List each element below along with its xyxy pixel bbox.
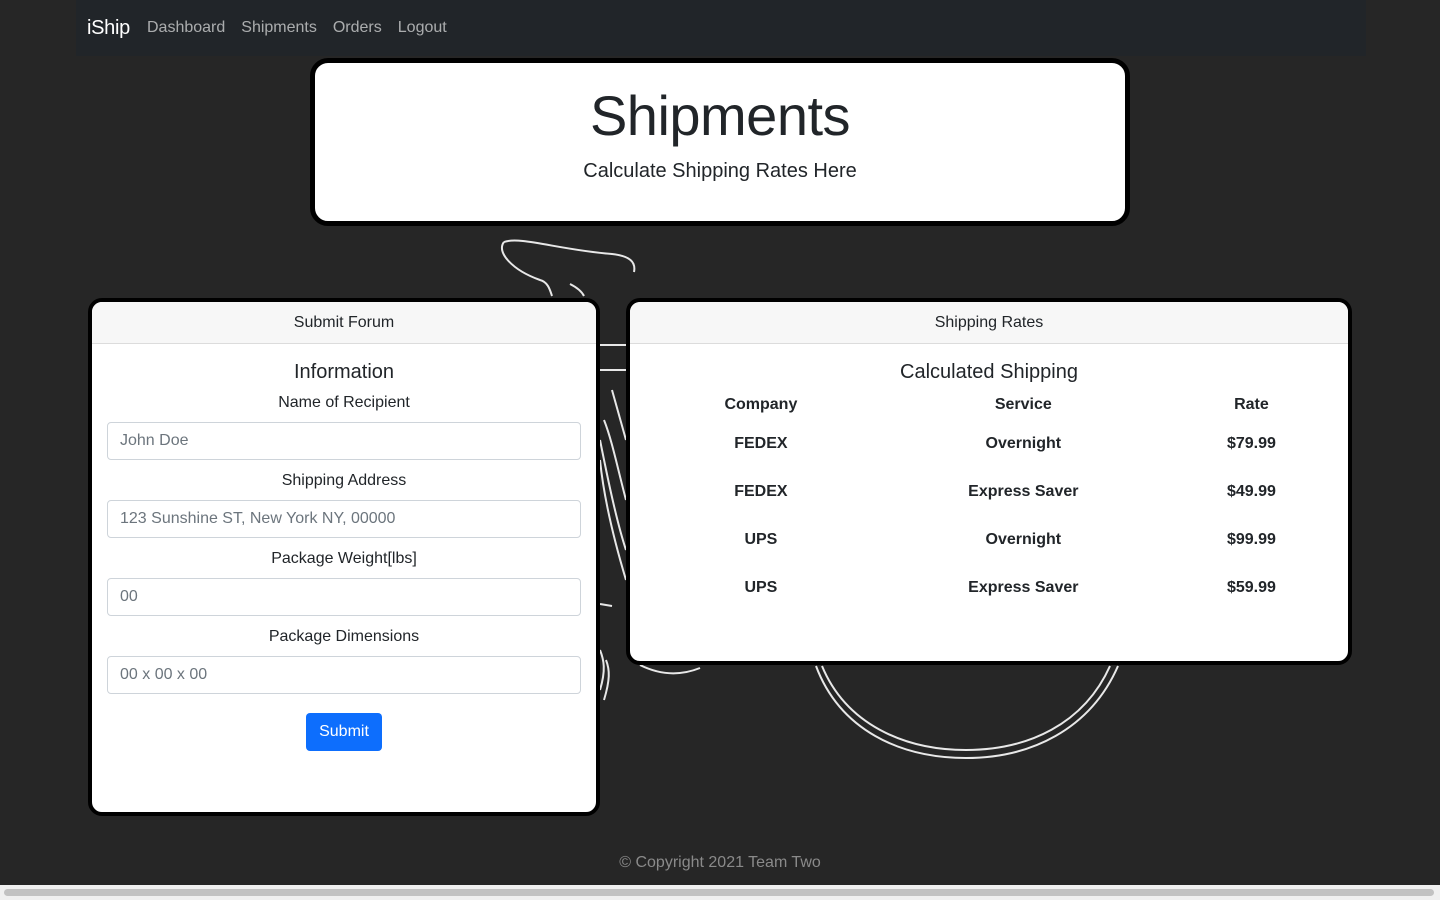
nav-link-shipments[interactable]: Shipments bbox=[241, 19, 317, 37]
page-subtitle: Calculate Shipping Rates Here bbox=[583, 159, 857, 182]
rates-table: Company Service Rate FEDEX Overnight $79… bbox=[657, 390, 1322, 612]
company-cell: UPS bbox=[744, 531, 778, 548]
service-cell: Express Saver bbox=[968, 483, 1079, 500]
top-navbar: iShip Dashboard Shipments Orders Logout bbox=[76, 0, 1366, 56]
recipient-name-input[interactable] bbox=[107, 422, 581, 460]
package-dimensions-input[interactable] bbox=[107, 656, 581, 694]
table-row: UPS Overnight $99.99 bbox=[657, 516, 1322, 564]
scrollbar-thumb[interactable] bbox=[4, 889, 1434, 896]
page-title: Shipments bbox=[589, 84, 851, 147]
column-header-rate: Rate bbox=[1234, 396, 1269, 413]
company-cell: UPS bbox=[744, 579, 778, 596]
rate-cell: $99.99 bbox=[1226, 531, 1276, 548]
form-title: Information bbox=[293, 361, 395, 383]
table-row: FEDEX Overnight $79.99 bbox=[657, 420, 1322, 468]
shipping-address-input[interactable] bbox=[107, 500, 581, 538]
table-row: FEDEX Express Saver $49.99 bbox=[657, 468, 1322, 516]
nav-link-logout[interactable]: Logout bbox=[398, 19, 447, 37]
service-cell: Overnight bbox=[985, 435, 1062, 452]
shipment-form: Information Name of Recipient Shipping A… bbox=[92, 361, 596, 751]
rate-cell: $59.99 bbox=[1226, 579, 1276, 596]
column-header-service: Service bbox=[994, 396, 1052, 413]
shipping-address-label: Shipping Address bbox=[281, 472, 407, 489]
submit-form-card: Submit Forum Information Name of Recipie… bbox=[88, 298, 600, 816]
table-header-row: Company Service Rate bbox=[657, 390, 1322, 420]
form-card-header: Submit Forum bbox=[92, 302, 596, 344]
footer-copyright: © Copyright 2021 Team Two bbox=[619, 854, 821, 871]
service-cell: Express Saver bbox=[968, 579, 1079, 596]
package-weight-label: Package Weight[lbs] bbox=[271, 550, 417, 567]
rates-title: Calculated Shipping bbox=[900, 361, 1078, 383]
shipping-rates-card: Shipping Rates Calculated Shipping Compa… bbox=[626, 298, 1352, 665]
page: iShip Dashboard Shipments Orders Logout … bbox=[0, 0, 1440, 900]
rates-card-header: Shipping Rates bbox=[630, 302, 1348, 344]
brand-logo[interactable]: iShip bbox=[87, 17, 130, 40]
horizontal-scrollbar[interactable] bbox=[0, 885, 1440, 900]
company-cell: FEDEX bbox=[734, 483, 788, 500]
nav-link-dashboard[interactable]: Dashboard bbox=[147, 19, 225, 37]
company-cell: FEDEX bbox=[734, 435, 788, 452]
recipient-name-label: Name of Recipient bbox=[278, 394, 410, 411]
rate-cell: $79.99 bbox=[1226, 435, 1276, 452]
table-row: UPS Express Saver $59.99 bbox=[657, 564, 1322, 612]
nav-link-orders[interactable]: Orders bbox=[333, 19, 382, 37]
service-cell: Overnight bbox=[985, 531, 1062, 548]
rate-cell: $49.99 bbox=[1226, 483, 1276, 500]
package-weight-input[interactable] bbox=[107, 578, 581, 616]
hero-banner: Shipments Calculate Shipping Rates Here bbox=[310, 58, 1130, 226]
package-dimensions-label: Package Dimensions bbox=[268, 628, 420, 645]
column-header-company: Company bbox=[724, 396, 798, 413]
submit-button[interactable]: Submit bbox=[306, 713, 382, 751]
